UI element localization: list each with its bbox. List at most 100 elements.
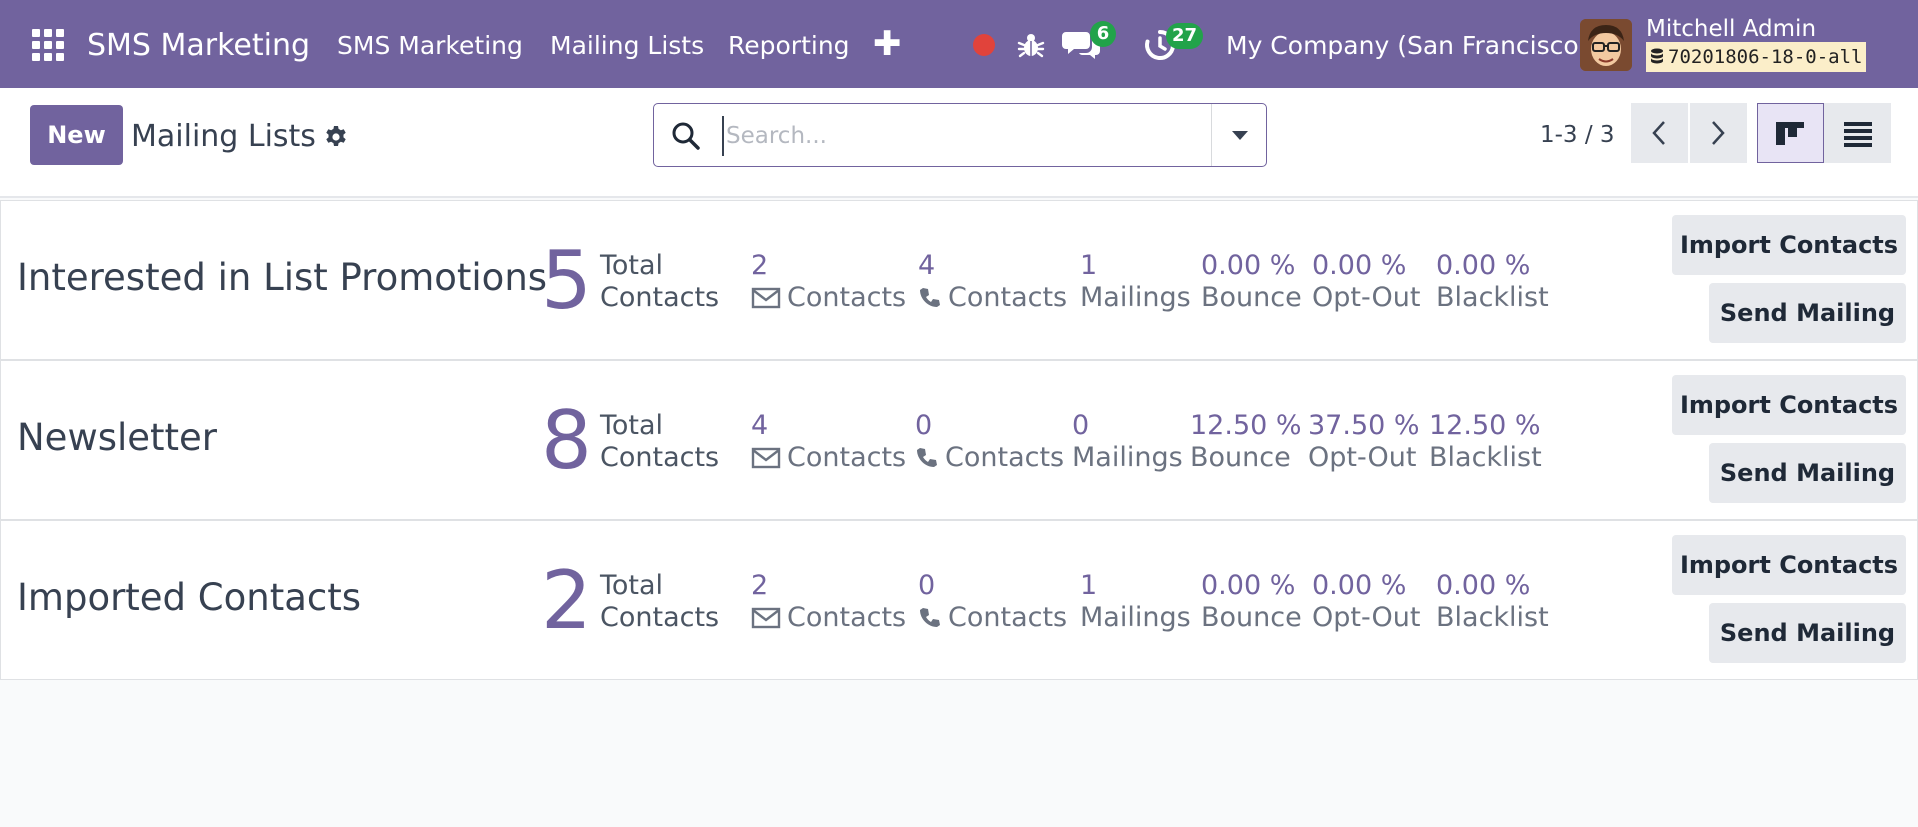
- mailings-stat[interactable]: 0 Mailings: [1072, 410, 1183, 474]
- bounce-label: Bounce: [1201, 602, 1302, 633]
- optout-value: 0.00 %: [1312, 570, 1407, 601]
- list-icon: [1844, 122, 1872, 147]
- search-icon: [672, 122, 700, 150]
- sms-contacts-value: 0: [915, 410, 933, 441]
- sms-contacts-label: Contacts: [948, 282, 1068, 313]
- bounce-stat[interactable]: 12.50 % Bounce: [1190, 410, 1302, 474]
- optout-value: 0.00 %: [1312, 250, 1407, 281]
- record-dot-icon[interactable]: [973, 34, 995, 56]
- mailings-label: Mailings: [1072, 442, 1183, 473]
- blacklist-label: Blacklist: [1436, 282, 1549, 313]
- envelope-icon: [751, 287, 781, 309]
- sms-contacts-stat[interactable]: 4 Contacts: [918, 250, 1067, 314]
- pager-previous-button[interactable]: [1631, 103, 1688, 163]
- blacklist-label: Blacklist: [1429, 442, 1542, 473]
- top-navbar: SMS Marketing SMS Marketing Mailing List…: [0, 0, 1918, 88]
- blacklist-stat[interactable]: 0.00 % Blacklist: [1436, 570, 1549, 634]
- mailing-list-card[interactable]: Imported Contacts 2 Total Contacts 2 Cont…: [0, 520, 1918, 680]
- gear-icon[interactable]: [324, 125, 348, 149]
- email-contacts-stat[interactable]: 2 Contacts: [751, 570, 906, 634]
- blacklist-stat[interactable]: 0.00 % Blacklist: [1436, 250, 1549, 314]
- list-name: Interested in List Promotions: [17, 256, 548, 299]
- chevron-left-icon: [1652, 121, 1665, 145]
- optout-label: Opt-Out: [1312, 282, 1421, 313]
- sms-contacts-stat[interactable]: 0 Contacts: [918, 570, 1067, 634]
- total-contacts-label: Total Contacts: [600, 250, 720, 313]
- total-contacts-value[interactable]: 5: [541, 239, 592, 323]
- send-mailing-button[interactable]: Send Mailing: [1709, 603, 1906, 663]
- menu-reporting[interactable]: Reporting: [728, 29, 850, 63]
- bug-icon[interactable]: [1017, 31, 1045, 59]
- mailings-value: 1: [1080, 570, 1098, 601]
- pager-value[interactable]: 1-3 / 3: [1540, 118, 1615, 152]
- kanban-icon: [1776, 122, 1804, 145]
- messages-badge: 6: [1090, 21, 1116, 47]
- import-contacts-button[interactable]: Import Contacts: [1672, 535, 1906, 595]
- envelope-icon: [751, 447, 781, 469]
- app-brand[interactable]: SMS Marketing: [87, 26, 310, 66]
- sms-contacts-label: Contacts: [948, 602, 1068, 633]
- mailings-label: Mailings: [1080, 282, 1191, 313]
- bounce-stat[interactable]: 0.00 % Bounce: [1201, 570, 1302, 634]
- mailing-list-card[interactable]: Newsletter 8 Total Contacts 4 Contacts 0 …: [0, 360, 1918, 520]
- pager-next-button[interactable]: [1690, 103, 1747, 163]
- email-contacts-stat[interactable]: 4 Contacts: [751, 410, 906, 474]
- phone-icon: [920, 288, 940, 307]
- plus-icon[interactable]: ✚: [873, 26, 902, 62]
- mailings-stat[interactable]: 1 Mailings: [1080, 250, 1191, 314]
- optout-stat[interactable]: 0.00 % Opt-Out: [1312, 570, 1420, 634]
- sms-contacts-stat[interactable]: 0 Contacts: [915, 410, 1064, 474]
- search-box: [653, 103, 1267, 167]
- email-contacts-label: Contacts: [787, 442, 907, 473]
- bounce-stat[interactable]: 0.00 % Bounce: [1201, 250, 1302, 314]
- phone-icon: [917, 448, 937, 467]
- apps-grid-icon[interactable]: [30, 27, 66, 63]
- import-contacts-button[interactable]: Import Contacts: [1672, 375, 1906, 435]
- mailing-list-card[interactable]: Interested in List Promotions 5 Total Con…: [0, 200, 1918, 360]
- send-mailing-button[interactable]: Send Mailing: [1709, 443, 1906, 503]
- user-name[interactable]: Mitchell Admin: [1646, 14, 1816, 44]
- search-options-toggle[interactable]: [1211, 104, 1266, 166]
- mailings-stat[interactable]: 1 Mailings: [1080, 570, 1191, 634]
- optout-stat[interactable]: 0.00 % Opt-Out: [1312, 250, 1420, 314]
- control-panel: New Mailing Lists 1-3 / 3: [0, 88, 1918, 198]
- new-button[interactable]: New: [30, 105, 123, 165]
- total-contacts-value[interactable]: 2: [541, 559, 592, 643]
- blacklist-label: Blacklist: [1436, 602, 1549, 633]
- email-contacts-stat[interactable]: 2 Contacts: [751, 250, 906, 314]
- optout-label: Opt-Out: [1312, 602, 1421, 633]
- total-contacts-label: Total Contacts: [600, 570, 720, 633]
- optout-value: 37.50 %: [1308, 410, 1420, 441]
- breadcrumb: Mailing Lists: [131, 117, 348, 157]
- total-contacts-label: Total Contacts: [600, 410, 720, 473]
- list-view-button[interactable]: [1824, 103, 1891, 163]
- total-contacts-value[interactable]: 8: [541, 399, 592, 483]
- blacklist-value: 0.00 %: [1436, 250, 1531, 281]
- company-switcher[interactable]: My Company (San Francisco): [1226, 29, 1588, 63]
- import-contacts-button[interactable]: Import Contacts: [1672, 215, 1906, 275]
- menu-mailing-lists[interactable]: Mailing Lists: [550, 29, 704, 63]
- email-contacts-label: Contacts: [787, 602, 907, 633]
- sms-contacts-value: 4: [918, 250, 936, 281]
- mailings-label: Mailings: [1080, 602, 1191, 633]
- activities-badge: 27: [1166, 23, 1204, 49]
- optout-stat[interactable]: 37.50 % Opt-Out: [1308, 410, 1420, 474]
- bounce-value: 12.50 %: [1190, 410, 1302, 441]
- search-input[interactable]: [722, 116, 1192, 156]
- bounce-label: Bounce: [1190, 442, 1291, 473]
- chevron-right-icon: [1712, 121, 1725, 145]
- caret-down-icon: [1232, 131, 1248, 140]
- bounce-value: 0.00 %: [1201, 570, 1296, 601]
- mailings-value: 0: [1072, 410, 1090, 441]
- email-contacts-value: 4: [751, 410, 769, 441]
- kanban-view-button[interactable]: [1757, 103, 1824, 163]
- sms-contacts-label: Contacts: [945, 442, 1065, 473]
- page-title: Mailing Lists: [131, 119, 316, 154]
- send-mailing-button[interactable]: Send Mailing: [1709, 283, 1906, 343]
- blacklist-stat[interactable]: 12.50 % Blacklist: [1429, 410, 1542, 474]
- menu-sms-marketing[interactable]: SMS Marketing: [337, 29, 523, 63]
- database-icon: [1651, 48, 1663, 64]
- avatar[interactable]: [1580, 19, 1632, 71]
- blacklist-value: 12.50 %: [1429, 410, 1541, 441]
- email-contacts-value: 2: [751, 250, 769, 281]
